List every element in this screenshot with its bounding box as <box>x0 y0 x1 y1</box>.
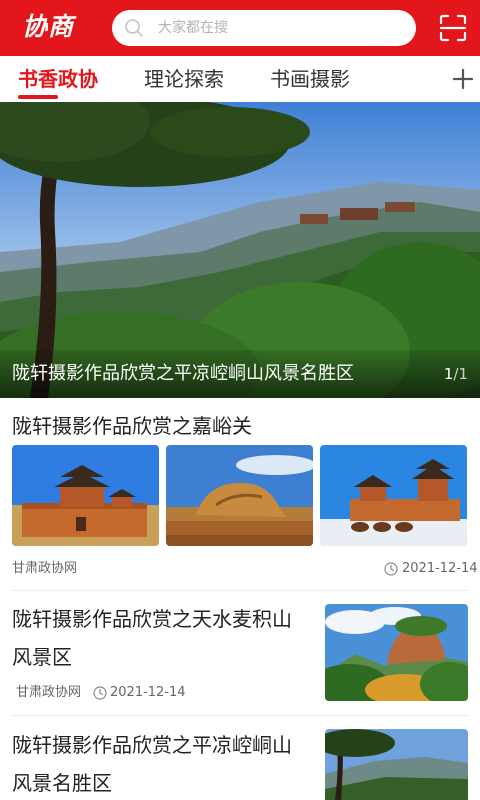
top-bar: 协商 大家都在搜 <box>0 0 480 56</box>
article-title[interactable]: 陇轩摄影作品欣赏之天水麦积山风景区 <box>12 600 307 676</box>
article-title[interactable]: 陇轩摄影作品欣赏之平凉崆峒山风景名胜区 <box>12 726 307 800</box>
hero-title: 陇轩摄影作品欣赏之平凉崆峒山风景名胜区 <box>12 363 354 384</box>
pager-current: 1 <box>443 365 454 383</box>
plus-icon[interactable] <box>452 68 474 90</box>
article-image-desert-rock[interactable] <box>166 445 313 546</box>
tab-lilun-tansuo[interactable]: 理论探索 <box>144 56 224 102</box>
app-logo[interactable]: 协商 <box>22 10 74 44</box>
article-date: 2021-12-14 <box>402 561 478 576</box>
hero-caption-bar: 陇轩摄影作品欣赏之平凉崆峒山风景名胜区 1/1 <box>0 350 480 398</box>
hero-pager: 1/1 <box>444 360 468 388</box>
active-tab-indicator <box>18 95 58 99</box>
article-image-jiayuguan-fort[interactable] <box>12 445 159 546</box>
search-bar[interactable]: 大家都在搜 <box>112 10 416 46</box>
article-image-fort-with-camels[interactable] <box>320 445 467 546</box>
article-image-maijishan[interactable] <box>325 604 468 701</box>
pager-total: 1 <box>458 365 468 383</box>
article-source: 甘肃政协网 <box>16 685 82 700</box>
hero-banner[interactable]: 陇轩摄影作品欣赏之平凉崆峒山风景名胜区 1/1 <box>0 102 480 398</box>
tab-shuhua-sheying[interactable]: 书画摄影 <box>270 56 350 102</box>
article-title[interactable]: 陇轩摄影作品欣赏之嘉峪关 <box>12 410 252 442</box>
scan-icon[interactable] <box>438 13 468 43</box>
channel-tabs: 书香政协 理论探索 书画摄影 <box>0 56 480 102</box>
clock-icon <box>384 562 398 576</box>
article-source: 甘肃政协网 <box>12 561 78 576</box>
list-divider <box>12 590 468 591</box>
search-placeholder: 大家都在搜 <box>158 20 228 36</box>
search-icon <box>124 18 144 38</box>
list-divider <box>12 715 468 716</box>
article-date: 2021-12-14 <box>110 685 186 700</box>
clock-icon <box>93 686 107 700</box>
article-image-kongtong[interactable] <box>325 729 468 800</box>
